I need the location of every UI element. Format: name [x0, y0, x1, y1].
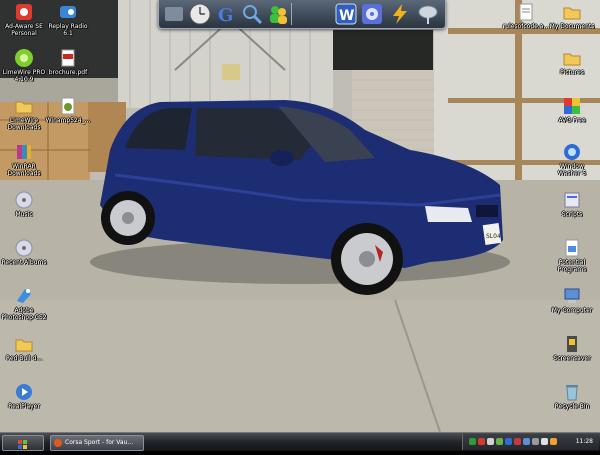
screensaver-icon [562, 334, 582, 354]
svg-text:G: G [218, 5, 233, 25]
desktop-icon-label-line2: 6.1 [63, 30, 73, 37]
document-icon [516, 2, 536, 22]
desktop-icon-label: Adobe [14, 307, 34, 314]
lightning-icon[interactable] [389, 3, 411, 25]
desktop-icon-realplayer[interactable]: RealPlayer [0, 382, 52, 410]
photoshop-icon [14, 286, 34, 306]
desktop-icon-window[interactable]: Window Washer 5 [544, 142, 600, 177]
desktop-icon-label: Recycle Bin [554, 403, 590, 410]
desktop-icon-label: WinRAR [12, 163, 36, 170]
recycle-bin-icon [562, 382, 582, 402]
desktop-icon-label: Potential [558, 259, 586, 266]
desktop-icon-label-line2: Programs [557, 266, 587, 273]
folder-icon [14, 96, 34, 116]
windows-logo-icon [18, 440, 27, 449]
desktop-icon-pictures[interactable]: Pictures [544, 48, 600, 76]
windows-washer-icon [562, 142, 582, 162]
tray-icon[interactable] [514, 438, 521, 445]
media-player-icon[interactable] [361, 3, 383, 25]
desktop-icon-label-line2: Downloads [7, 170, 41, 177]
tray-icon[interactable] [550, 438, 557, 445]
desktop-icon-label-line2: 4.10.9 [14, 76, 34, 83]
firefox-icon [54, 439, 62, 447]
tray-icon[interactable] [505, 438, 512, 445]
desktop-icon-label: Recent Albums [1, 259, 47, 266]
desktop-icon-label-line2: Photoshop CS2 [1, 314, 47, 321]
tray-icon[interactable] [541, 438, 548, 445]
desktop-icon-label: RealPlayer [8, 403, 40, 410]
tray-icon[interactable] [478, 438, 485, 445]
realplayer-icon [14, 382, 34, 402]
tray-clock[interactable]: 11:28 [576, 434, 593, 450]
desktop-icon-label: Screensaver [553, 355, 591, 362]
desktop-icon-replay-radio[interactable]: Replay Radio 6.1 [40, 2, 96, 37]
desktop-icon-label: My Computer [551, 307, 593, 314]
dock-system-icon[interactable] [163, 3, 185, 25]
desktop-icon-potential[interactable]: Potential Programs [544, 238, 600, 273]
desktop-icon-label: My Documents [549, 23, 595, 30]
desktop-icon-adobe[interactable]: Adobe Photoshop CS2 [0, 286, 52, 321]
taskbar-window-button[interactable]: Corsa Sport - for Vau... [50, 435, 144, 451]
tray-icon[interactable] [469, 438, 476, 445]
desktop-icon-my-documents[interactable]: My Documents [544, 2, 600, 30]
desktop-icon-label: AVG Free [558, 117, 586, 124]
search-tool-icon[interactable] [241, 3, 263, 25]
desktop-icon-winamp524-[interactable]: Winamp524_... [40, 96, 96, 124]
pdf-icon [58, 48, 78, 68]
desktop-icon-my-computer[interactable]: My Computer [544, 286, 600, 314]
desktop-icon-avg-free[interactable]: AVG Free [544, 96, 600, 124]
desktop-icon-label: Music [15, 211, 33, 218]
winrar-icon [14, 142, 34, 162]
desktop-icon-label-line2: Downloads [7, 124, 41, 131]
object-dock: G W [158, 0, 446, 29]
desktop-icon-label: Winamp524_... [45, 117, 91, 124]
license-plate: SL04 [486, 233, 501, 240]
system-tray: 11:28 [462, 434, 599, 450]
desktop-icon-red-bull-d-[interactable]: Red Bull d... [0, 334, 52, 362]
desktop-icon-label: Red Bull d... [6, 355, 42, 362]
avg-icon [562, 96, 582, 116]
desktop-icon-winrar[interactable]: WinRAR Downloads [0, 142, 52, 177]
start-button[interactable] [2, 435, 44, 451]
tray-icon[interactable] [532, 438, 539, 445]
taskbar-window-title: Corsa Sport - for Vau... [65, 439, 134, 446]
script-icon [562, 190, 582, 210]
desktop-icon-recycle-bin[interactable]: Recycle Bin [544, 382, 600, 410]
folder-icon [562, 48, 582, 68]
folder-icon [562, 2, 582, 22]
programs-icon [562, 238, 582, 258]
desktop-icon-screensaver[interactable]: Screensaver [544, 334, 600, 362]
music-cd-icon [14, 238, 34, 258]
adaware-icon [14, 2, 34, 22]
my-computer-icon [562, 286, 582, 306]
word-icon[interactable]: W [335, 3, 357, 25]
replay-radio-icon [58, 2, 78, 22]
users-icon[interactable] [267, 3, 289, 25]
desktop-icon-brochure-pdf[interactable]: brochure.pdf [40, 48, 96, 76]
clock-icon[interactable] [189, 3, 211, 25]
desktop-icon-music[interactable]: Music [0, 190, 52, 218]
desktop-icon-label: Replay Radio [48, 23, 88, 30]
taskbar: Corsa Sport - for Vau... 11:28 [0, 432, 600, 451]
desktop-icon-recent-albums[interactable]: Recent Albums [0, 238, 52, 266]
desktop[interactable]: SL04 Ad-Aware SE Personal LimeWire PRO 4.10… [0, 0, 600, 432]
folder-icon [14, 334, 34, 354]
google-icon[interactable]: G [215, 3, 237, 26]
desktop-icon-label-line2: Washer 5 [557, 170, 587, 177]
tray-icon[interactable] [496, 438, 503, 445]
satellite-icon[interactable] [417, 3, 439, 25]
limewire-icon [14, 48, 34, 68]
svg-text:W: W [339, 8, 354, 24]
media-file-icon [58, 96, 78, 116]
desktop-icon-label: Pictures [560, 69, 584, 76]
music-cd-icon [14, 190, 34, 210]
tray-icon[interactable] [487, 438, 494, 445]
desktop-icon-label: brochure.pdf [48, 69, 88, 76]
desktop-icon-scripts[interactable]: Scripts [544, 190, 600, 218]
tray-icon[interactable] [523, 438, 530, 445]
desktop-icon-label: Scripts [561, 211, 583, 218]
desktop-icon-label: Window [560, 163, 584, 170]
